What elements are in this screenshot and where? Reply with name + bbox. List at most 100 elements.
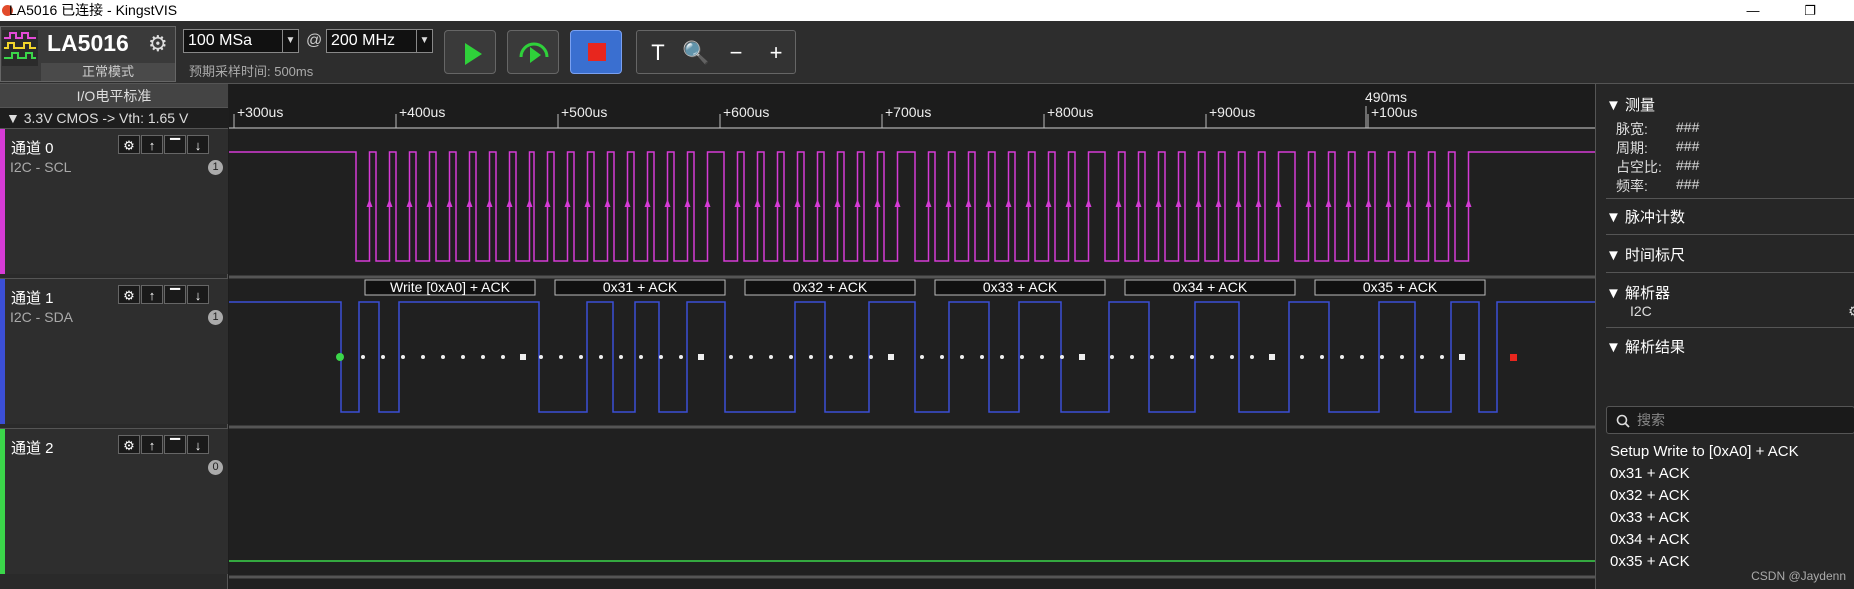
bit-marker xyxy=(1440,355,1444,359)
ruler-label: +700us xyxy=(885,104,931,120)
loop-play-icon xyxy=(519,42,549,63)
result-item[interactable]: 0x31 + ACK xyxy=(1610,465,1690,482)
bit-marker xyxy=(1040,355,1044,359)
channel-name[interactable]: 通道 0 xyxy=(11,137,54,158)
bit-marker xyxy=(1340,355,1344,359)
bit-marker xyxy=(1420,355,1424,359)
ruler-label: +600us xyxy=(723,104,769,120)
sda-waveform xyxy=(229,301,1595,413)
bit-marker xyxy=(381,355,385,359)
io-standard-header: I/O电平标准 xyxy=(0,84,228,108)
high-level-icon[interactable]: ▔ xyxy=(164,285,186,304)
ruler-label: +100us xyxy=(1371,104,1417,120)
result-item[interactable]: 0x34 + ACK xyxy=(1610,531,1690,548)
rising-edge-icon[interactable]: ↑ xyxy=(141,435,163,454)
bit-marker xyxy=(539,355,543,359)
restore-button[interactable]: ❐ xyxy=(1795,0,1825,21)
chevron-down-icon[interactable]: ▼ xyxy=(416,30,432,52)
stop-marker xyxy=(1510,354,1517,361)
device-settings-icon[interactable]: ⚙ xyxy=(148,31,168,57)
falling-edge-icon[interactable]: ↓ xyxy=(187,285,209,304)
bit-marker xyxy=(441,355,445,359)
section-pulse-count[interactable]: ▼ 脉冲计数 xyxy=(1606,206,1685,227)
zoom-in-icon[interactable]: + xyxy=(759,37,793,69)
high-level-icon[interactable]: ▔ xyxy=(164,135,186,154)
at-label: @ xyxy=(306,32,323,49)
decoder-item[interactable]: I2C xyxy=(1630,303,1652,319)
falling-edge-icon[interactable]: ↓ xyxy=(187,135,209,154)
device-panel: LA5016 ⚙ 正常模式 xyxy=(0,26,176,82)
channel-row[interactable]: 通道 2 ⚙ ↑ ▔ ↓ 0 xyxy=(0,428,228,574)
result-item[interactable]: 0x35 + ACK xyxy=(1610,553,1690,570)
bit-marker xyxy=(481,355,485,359)
chevron-down-icon[interactable]: ▼ xyxy=(282,30,298,52)
divider xyxy=(1606,234,1854,235)
bit-marker xyxy=(940,355,944,359)
measure-value: ### xyxy=(1676,119,1700,135)
repeat-start-button[interactable] xyxy=(507,30,559,74)
result-item[interactable]: 0x32 + ACK xyxy=(1610,487,1690,504)
bit-marker xyxy=(1130,355,1134,359)
result-item[interactable]: 0x33 + ACK xyxy=(1610,509,1690,526)
measure-value: ### xyxy=(1676,157,1700,173)
bit-marker xyxy=(869,355,873,359)
minimize-button[interactable]: — xyxy=(1738,0,1768,21)
bit-marker xyxy=(1000,355,1004,359)
channel-settings-icon[interactable]: ⚙ xyxy=(118,135,140,154)
section-time-ruler[interactable]: ▼ 时间标尺 xyxy=(1606,244,1685,265)
start-button[interactable] xyxy=(444,30,496,74)
section-results[interactable]: ▼ 解析结果 xyxy=(1606,336,1685,357)
device-model: LA5016 xyxy=(47,30,129,56)
channel-badge: 0 xyxy=(208,460,223,475)
text-tool-icon[interactable]: T xyxy=(641,37,675,69)
waveform-area[interactable]: +300us +400us +500us +600us +700us +800us +900… xyxy=(229,84,1595,589)
sample-rate-select[interactable]: 200 MHz ▼ xyxy=(326,29,433,53)
channel-row[interactable]: 通道 1 I2C - SDA ⚙ ↑ ▔ ↓ 1 xyxy=(0,278,228,424)
sample-depth-select[interactable]: 100 MSa ▼ xyxy=(183,29,299,53)
section-measure[interactable]: ▼ 测量 xyxy=(1606,94,1655,115)
rising-edge-icon[interactable]: ↑ xyxy=(141,285,163,304)
bit-marker xyxy=(920,355,924,359)
channel-name[interactable]: 通道 2 xyxy=(11,437,54,458)
ack-marker xyxy=(888,354,894,360)
channel-settings-icon[interactable]: ⚙ xyxy=(118,435,140,454)
bit-marker xyxy=(809,355,813,359)
bit-marker xyxy=(639,355,643,359)
stop-button[interactable] xyxy=(570,30,622,74)
ruler-label: +500us xyxy=(561,104,607,120)
falling-edge-icon[interactable]: ↓ xyxy=(187,435,209,454)
zoom-fit-icon[interactable]: 🔍 xyxy=(679,37,713,69)
measure-key: 频率: xyxy=(1616,178,1648,194)
bit-marker xyxy=(1400,355,1404,359)
device-mode[interactable]: 正常模式 xyxy=(41,63,175,81)
decode-frame-label: 0x31 + ACK xyxy=(603,279,678,295)
watermark: CSDN @Jaydenn xyxy=(1751,569,1846,583)
channel-name[interactable]: 通道 1 xyxy=(11,287,54,308)
channel-row[interactable]: 通道 0 I2C - SCL ⚙ ↑ ▔ ↓ 1 xyxy=(0,128,228,274)
play-icon xyxy=(465,43,482,65)
window-title: LA5016 已连接 - KingstVIS xyxy=(9,2,178,18)
bit-marker xyxy=(599,355,603,359)
device-logo-icon xyxy=(2,30,38,66)
ruler-label: +400us xyxy=(399,104,445,120)
bit-marker xyxy=(679,355,683,359)
search-input[interactable]: 搜索 xyxy=(1606,406,1854,434)
rising-edge-icon[interactable]: ↑ xyxy=(141,135,163,154)
section-decoder[interactable]: ▼ 解析器 xyxy=(1606,282,1670,303)
ack-marker xyxy=(520,354,526,360)
decode-frame-label: 0x35 + ACK xyxy=(1363,279,1438,295)
bit-marker xyxy=(1300,355,1304,359)
result-item[interactable]: Setup Write to [0xA0] + ACK xyxy=(1610,443,1799,460)
bit-marker xyxy=(1320,355,1324,359)
io-standard-select[interactable]: ▼ 3.3V CMOS -> Vth: 1.65 V xyxy=(0,108,228,128)
decoder-settings-icon[interactable]: ⚙ xyxy=(1848,303,1854,320)
decode-frame-label: 0x33 + ACK xyxy=(983,279,1058,295)
stop-icon xyxy=(588,43,606,61)
sample-depth-value: 100 MSa xyxy=(188,32,253,49)
side-panel: ▼ 测量 脉宽: ### 周期: ### 占空比: ### 频率: ### ▼ 脉冲计数… xyxy=(1595,84,1854,589)
measure-key: 脉宽: xyxy=(1616,121,1648,137)
high-level-icon[interactable]: ▔ xyxy=(164,435,186,454)
zoom-out-icon[interactable]: − xyxy=(719,37,753,69)
channel-settings-icon[interactable]: ⚙ xyxy=(118,285,140,304)
measure-key: 周期: xyxy=(1616,140,1648,156)
